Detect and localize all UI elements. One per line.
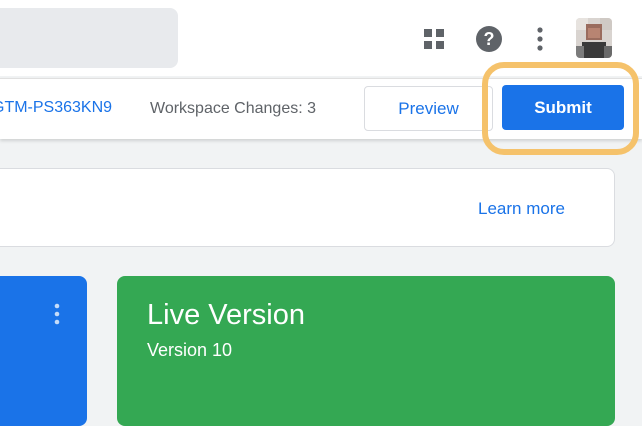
live-version-number: Version 10 bbox=[147, 340, 233, 360]
apps-grid-icon[interactable] bbox=[422, 27, 446, 51]
workspace-changes-count: Workspace Changes: 3 bbox=[150, 100, 317, 117]
search-box[interactable] bbox=[0, 8, 178, 68]
svg-text:?: ? bbox=[484, 29, 495, 49]
help-icon[interactable]: ? bbox=[475, 25, 503, 53]
live-version-card[interactable]: Live Version Version 10 bbox=[117, 276, 615, 426]
preview-button[interactable]: Preview bbox=[364, 86, 493, 131]
live-version-title: Live Version bbox=[147, 299, 305, 331]
info-card: Learn more bbox=[0, 168, 615, 247]
avatar[interactable] bbox=[576, 18, 612, 58]
learn-more-link[interactable]: Learn more bbox=[478, 199, 565, 219]
container-id-link[interactable]: GTM-PS363KN9 bbox=[0, 99, 112, 117]
more-vert-icon[interactable] bbox=[52, 302, 62, 326]
workspace-card bbox=[0, 276, 87, 426]
submit-button[interactable]: Submit bbox=[502, 85, 624, 130]
more-vert-icon[interactable] bbox=[530, 25, 550, 53]
